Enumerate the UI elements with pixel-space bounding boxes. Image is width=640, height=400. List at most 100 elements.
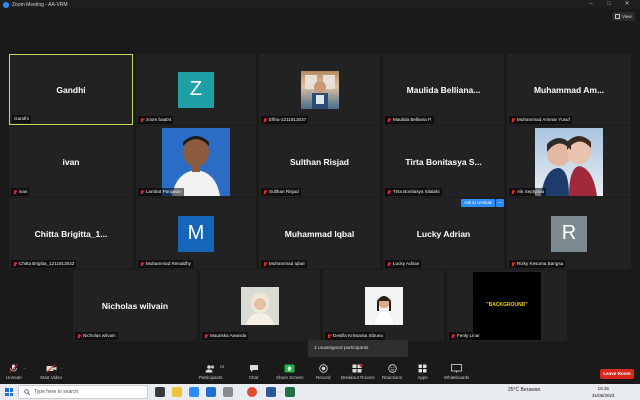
start-video-button[interactable]: ^ Start Video xyxy=(40,359,63,384)
maximize-icon[interactable]: □ xyxy=(602,0,616,9)
view-button[interactable]: View xyxy=(612,12,635,21)
mic-muted-icon xyxy=(511,117,515,123)
apps-icon xyxy=(417,364,428,373)
mic-muted-icon xyxy=(140,261,144,267)
participant-tile[interactable]: Gandhi Gandhi xyxy=(9,54,133,125)
participant-label: zoom baa04 xyxy=(138,116,174,124)
zoom-taskbar-icon[interactable] xyxy=(189,387,199,397)
store-icon[interactable] xyxy=(223,387,233,397)
mic-muted-icon xyxy=(140,117,144,123)
ask-to-unmute-button[interactable]: Ask to Unmute xyxy=(461,199,496,207)
participant-label: Fenly Linar xyxy=(449,332,482,340)
search-icon xyxy=(24,389,30,395)
participant-tile[interactable]: Mauriska Awanda xyxy=(200,270,320,341)
participant-tile[interactable]: Chitta Brigitta_1... Chitta Brigitta_121… xyxy=(9,198,133,269)
participants-icon: 19 xyxy=(205,364,224,373)
file-explorer-icon[interactable] xyxy=(172,387,182,397)
whiteboards-button[interactable]: Whiteboards xyxy=(444,359,469,384)
task-view-icon[interactable] xyxy=(155,387,165,397)
avatar: R xyxy=(551,215,587,252)
breakout-rooms-button[interactable]: Breakout Rooms xyxy=(341,359,375,384)
participants-label: Participants xyxy=(199,374,223,380)
windows-taskbar: Type here to search 25°C Berawan 19:15 3… xyxy=(0,384,640,400)
unmute-button[interactable]: ^ Unmute xyxy=(6,359,25,384)
participant-photo xyxy=(162,127,230,196)
participant-tile[interactable]: R Rizky Kesuma Bangsa xyxy=(507,198,631,269)
participant-tile[interactable]: Maulida Belliana... Maulida Belliana P. xyxy=(383,54,504,125)
view-label: View xyxy=(622,14,632,19)
breakout-rooms-icon xyxy=(352,363,363,373)
smiley-icon xyxy=(387,363,398,373)
mic-muted-icon xyxy=(263,261,267,267)
record-label: Record xyxy=(316,374,331,380)
participant-tile[interactable]: Sulthan Risjad Sulthan Risjad xyxy=(259,126,380,197)
system-clock[interactable]: 19:15 31/05/2022 xyxy=(592,385,615,399)
window-title: Zoom Meeting - AA-VRM xyxy=(12,1,68,8)
video-off-icon: ^ xyxy=(45,363,63,373)
leave-room-button[interactable]: Leave Room xyxy=(600,369,634,379)
mic-muted-icon xyxy=(263,117,267,123)
share-screen-button[interactable]: Share Screen xyxy=(276,359,304,384)
participant-tile[interactable]: Tirta Bonitasya S... Tirta Bonitasya Sil… xyxy=(383,126,504,197)
participant-label: Muhammad Ammar Yusuf xyxy=(509,116,572,124)
avatar: M xyxy=(178,215,214,252)
chat-label: Chat xyxy=(248,374,259,380)
participant-tile[interactable]: Muhammad Am... Muhammad Ammar Yusuf xyxy=(507,54,631,125)
chat-icon xyxy=(248,364,259,373)
participant-name: Chitta Brigitta_1... xyxy=(34,228,108,239)
mic-muted-icon xyxy=(387,261,391,267)
participant-tile[interactable]: Aik Septyana xyxy=(507,126,631,197)
mic-muted-icon xyxy=(13,261,17,267)
record-button[interactable]: Record xyxy=(316,359,331,384)
participant-label: Sulthan Risjad xyxy=(261,188,301,196)
reactions-label: Reactions xyxy=(382,374,403,380)
chrome-icon[interactable] xyxy=(247,387,257,397)
mic-muted-icon xyxy=(387,189,391,195)
participant-label: Mauriska Awanda xyxy=(202,332,249,340)
mic-muted-icon xyxy=(77,333,81,339)
mic-muted-icon xyxy=(13,189,17,195)
participants-button[interactable]: 19 Participants xyxy=(199,359,224,384)
close-icon[interactable]: ✕ xyxy=(620,0,634,9)
participant-label: Chitta Brigitta_1211913042 xyxy=(11,260,77,268)
meeting-toolbar: ^ Unmute ^ Start Video 19 Participants C… xyxy=(0,359,640,384)
more-options-button[interactable]: ... xyxy=(496,199,504,207)
participant-tile[interactable]: Muhammad Iqbal Muhammad Iqbal xyxy=(259,198,380,269)
participant-photo xyxy=(364,286,403,325)
apps-button[interactable]: Apps xyxy=(417,359,428,384)
apps-label: Apps xyxy=(417,374,428,380)
participant-tile[interactable]: "BACKGROUND" Fenly Linar xyxy=(447,270,567,341)
participant-label: Aik Septyana xyxy=(509,188,547,196)
participant-tile[interactable]: Lambot Panjaitan xyxy=(136,126,256,197)
taskbar-search-input[interactable]: Type here to search xyxy=(18,385,148,399)
participant-tile[interactable]: Lucky Adrian Lucky Adrian xyxy=(383,198,504,269)
excel-icon[interactable] xyxy=(285,387,295,397)
word-icon[interactable] xyxy=(266,387,276,397)
participant-tile[interactable]: M Muhammad Renaldhy xyxy=(136,198,256,269)
participant-label: Nicholas wilvain xyxy=(75,332,118,340)
participant-photo xyxy=(300,70,339,109)
participants-count: 19 xyxy=(219,363,225,369)
participant-tile[interactable]: Z zoom baa04 xyxy=(136,54,256,125)
participant-label: Rizky Kesuma Bangsa xyxy=(509,260,566,268)
participant-tile[interactable]: Desilla Krissanta Sibuea xyxy=(323,270,444,341)
reactions-button[interactable]: Reactions xyxy=(382,359,402,384)
background-overlay-text: "BACKGROUND" xyxy=(486,301,528,308)
chat-button[interactable]: Chat xyxy=(248,359,259,384)
minimize-icon[interactable]: – xyxy=(584,0,598,9)
weather-widget[interactable]: 25°C Berawan xyxy=(508,387,540,393)
whiteboard-icon xyxy=(451,363,463,373)
participant-tile[interactable]: ivan ivan xyxy=(9,126,133,197)
participant-name: Gandhi xyxy=(56,84,86,95)
participant-tile[interactable]: Nicholas wilvain Nicholas wilvain xyxy=(73,270,197,341)
participant-photo: "BACKGROUND" xyxy=(473,271,541,340)
participant-photo xyxy=(535,127,603,196)
search-placeholder: Type here to search xyxy=(34,389,79,395)
edge-icon[interactable] xyxy=(206,387,216,397)
windows-start-icon[interactable] xyxy=(5,388,13,396)
unassigned-participants-notice[interactable]: 1 unassigned participants xyxy=(308,340,408,357)
participant-label: Muhammad Iqbal xyxy=(261,260,307,268)
start-video-label: Start Video xyxy=(40,374,63,380)
participant-tile[interactable]: Elfira-1211913037 xyxy=(259,54,380,125)
mic-muted-icon xyxy=(204,333,208,339)
